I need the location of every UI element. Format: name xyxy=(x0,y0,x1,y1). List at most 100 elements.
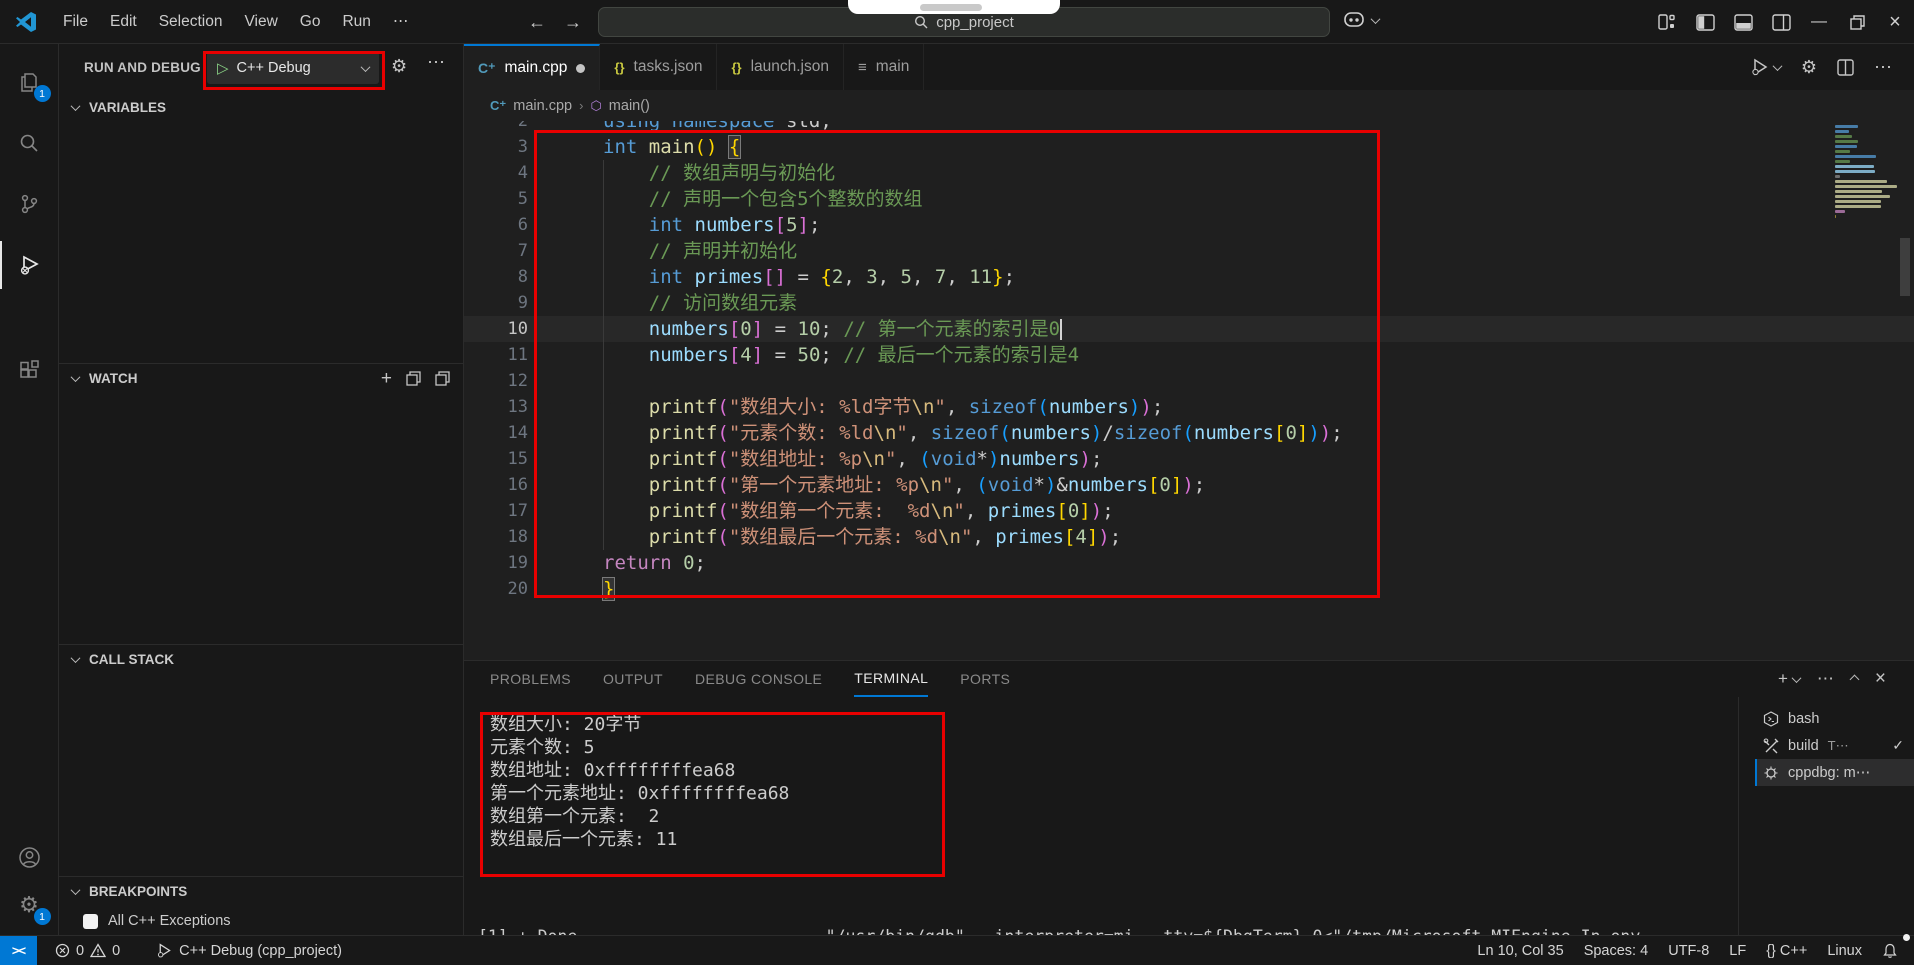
glyph-margin[interactable] xyxy=(528,212,603,238)
line-number[interactable]: 13 xyxy=(464,394,528,420)
glyph-margin[interactable] xyxy=(528,264,603,290)
code-line[interactable]: 7 // 声明并初始化 xyxy=(464,238,1914,264)
toggle-secondary-sidebar-icon[interactable] xyxy=(1762,0,1800,44)
breadcrumb-file[interactable]: main.cpp xyxy=(513,98,572,114)
minimize-icon[interactable]: — xyxy=(1800,0,1838,44)
section-variables[interactable]: VARIABLES xyxy=(59,92,464,122)
terminal-item-build[interactable]: build T⋯ ✓ xyxy=(1755,732,1914,759)
split-editor-icon[interactable] xyxy=(1837,58,1854,76)
run-and-debug-icon[interactable] xyxy=(0,241,59,289)
code-line[interactable]: 6 int numbers[5]; xyxy=(464,212,1914,238)
code-line[interactable]: 2 using namespace std; xyxy=(464,121,1914,134)
line-number[interactable]: 10 xyxy=(464,316,528,342)
line-number[interactable]: 9 xyxy=(464,290,528,316)
code-line[interactable]: 12 xyxy=(464,368,1914,394)
code-editor[interactable]: 2 using namespace std; 3 int main() {4 // 数… xyxy=(464,121,1914,660)
restore-icon[interactable] xyxy=(1838,0,1876,44)
tab-output[interactable]: OUTPUT xyxy=(603,661,663,697)
breakpoint-row[interactable]: All C++ Exceptions xyxy=(59,908,464,934)
tab-main-log[interactable]: ≡ main xyxy=(844,44,925,90)
code-line[interactable]: 8 int primes[] = {2, 3, 5, 7, 11}; xyxy=(464,264,1914,290)
code-line[interactable]: 15 printf("数组地址: %p\n", (void*)numbers); xyxy=(464,446,1914,472)
remote-indicator[interactable]: >< xyxy=(0,935,37,965)
code-line[interactable]: 3 int main() { xyxy=(464,134,1914,160)
code-line[interactable]: 16 printf("第一个元素地址: %p\n", (void*)&numbe… xyxy=(464,472,1914,498)
line-number[interactable]: 18 xyxy=(464,524,528,550)
eol[interactable]: LF xyxy=(1719,936,1756,965)
menu-run[interactable]: Run xyxy=(331,9,381,35)
glyph-margin[interactable] xyxy=(528,238,603,264)
menu-selection[interactable]: Selection xyxy=(148,9,234,35)
breadcrumb-symbol[interactable]: main() xyxy=(609,98,650,114)
line-number[interactable]: 11 xyxy=(464,342,528,368)
glyph-margin[interactable] xyxy=(528,186,603,212)
glyph-margin[interactable] xyxy=(528,394,603,420)
code-line[interactable]: 17 printf("数组第一个元素: %d\n", primes[0]); xyxy=(464,498,1914,524)
debug-config-dropdown[interactable]: ▷ C++ Debug xyxy=(207,52,379,84)
tab-ports[interactable]: PORTS xyxy=(960,661,1010,697)
terminal-item-cppdbg[interactable]: cppdbg: m⋯ xyxy=(1755,759,1914,786)
glyph-margin[interactable] xyxy=(528,550,603,576)
code-line[interactable]: 18 printf("数组最后一个元素: %d\n", primes[4]); xyxy=(464,524,1914,550)
tab-launch-json[interactable]: {} launch.json xyxy=(717,44,844,90)
code-line[interactable]: 5 // 声明一个包含5个整数的数组 xyxy=(464,186,1914,212)
tab-main-cpp[interactable]: C⁺ main.cpp xyxy=(464,44,601,90)
nav-back-icon[interactable]: ← xyxy=(528,12,546,33)
customize-layout-icon[interactable] xyxy=(1648,0,1686,44)
code-line[interactable]: 13 printf("数组大小: %ld字节\n", sizeof(number… xyxy=(464,394,1914,420)
code-line[interactable]: 4 // 数组声明与初始化 xyxy=(464,160,1914,186)
language-mode[interactable]: {} C++ xyxy=(1756,936,1817,965)
tab-debug-console[interactable]: DEBUG CONSOLE xyxy=(695,661,822,697)
line-number[interactable]: 20 xyxy=(464,576,528,602)
glyph-margin[interactable] xyxy=(528,576,603,602)
account-icon[interactable] xyxy=(0,833,59,881)
line-number[interactable]: 2 xyxy=(464,121,528,134)
editor-scrollbar[interactable] xyxy=(1900,238,1910,296)
menu-view[interactable]: View xyxy=(233,9,288,35)
glyph-margin[interactable] xyxy=(528,498,603,524)
nav-forward-icon[interactable]: → xyxy=(564,12,582,33)
line-number[interactable]: 14 xyxy=(464,420,528,446)
code-line[interactable]: 20} xyxy=(464,576,1914,602)
minimap[interactable] xyxy=(1835,125,1905,220)
line-number[interactable]: 17 xyxy=(464,498,528,524)
maximize-panel-icon[interactable] xyxy=(1849,674,1860,684)
notifications-bell[interactable] xyxy=(1872,933,1910,965)
settings-gear-icon[interactable]: ⚙ 1 xyxy=(0,881,59,929)
toggle-panel-icon[interactable] xyxy=(1724,0,1762,44)
collapse-all-icon[interactable] xyxy=(435,371,450,386)
cursor-position[interactable]: Ln 10, Col 35 xyxy=(1467,936,1573,965)
glyph-margin[interactable] xyxy=(528,446,603,472)
debug-status[interactable]: C++ Debug (cpp_project) xyxy=(146,936,352,965)
line-number[interactable]: 16 xyxy=(464,472,528,498)
menu-more[interactable]: ⋯ xyxy=(382,8,420,35)
new-terminal-icon[interactable]: + xyxy=(1778,669,1802,689)
panel-more-icon[interactable]: ⋯ xyxy=(1817,669,1834,689)
line-number[interactable]: 4 xyxy=(464,160,528,186)
menu-go[interactable]: Go xyxy=(289,9,332,35)
glyph-margin[interactable] xyxy=(528,134,603,160)
close-icon[interactable]: × xyxy=(1876,0,1914,44)
tab-tasks-json[interactable]: {} tasks.json xyxy=(600,44,718,90)
collapse-all-icon[interactable] xyxy=(406,371,421,386)
tab-terminal[interactable]: TERMINAL xyxy=(854,661,929,697)
section-call-stack[interactable]: CALL STACK xyxy=(59,644,464,674)
glyph-margin[interactable] xyxy=(528,420,603,446)
os-indicator[interactable]: Linux xyxy=(1817,936,1872,965)
close-panel-icon[interactable]: × xyxy=(1875,668,1886,690)
glyph-margin[interactable] xyxy=(528,524,603,550)
toggle-sidebar-icon[interactable] xyxy=(1686,0,1724,44)
watch-add-icon[interactable]: + xyxy=(381,368,392,390)
line-number[interactable]: 7 xyxy=(464,238,528,264)
section-watch[interactable]: WATCH + xyxy=(59,363,464,393)
code-line[interactable]: 9 // 访问数组元素 xyxy=(464,290,1914,316)
line-number[interactable]: 19 xyxy=(464,550,528,576)
glyph-margin[interactable] xyxy=(528,316,603,342)
glyph-margin[interactable] xyxy=(528,160,603,186)
line-number[interactable]: 3 xyxy=(464,134,528,160)
section-breakpoints[interactable]: BREAKPOINTS xyxy=(59,876,464,906)
line-number[interactable]: 8 xyxy=(464,264,528,290)
menu-file[interactable]: File xyxy=(52,9,99,35)
line-number[interactable]: 15 xyxy=(464,446,528,472)
glyph-margin[interactable] xyxy=(528,472,603,498)
